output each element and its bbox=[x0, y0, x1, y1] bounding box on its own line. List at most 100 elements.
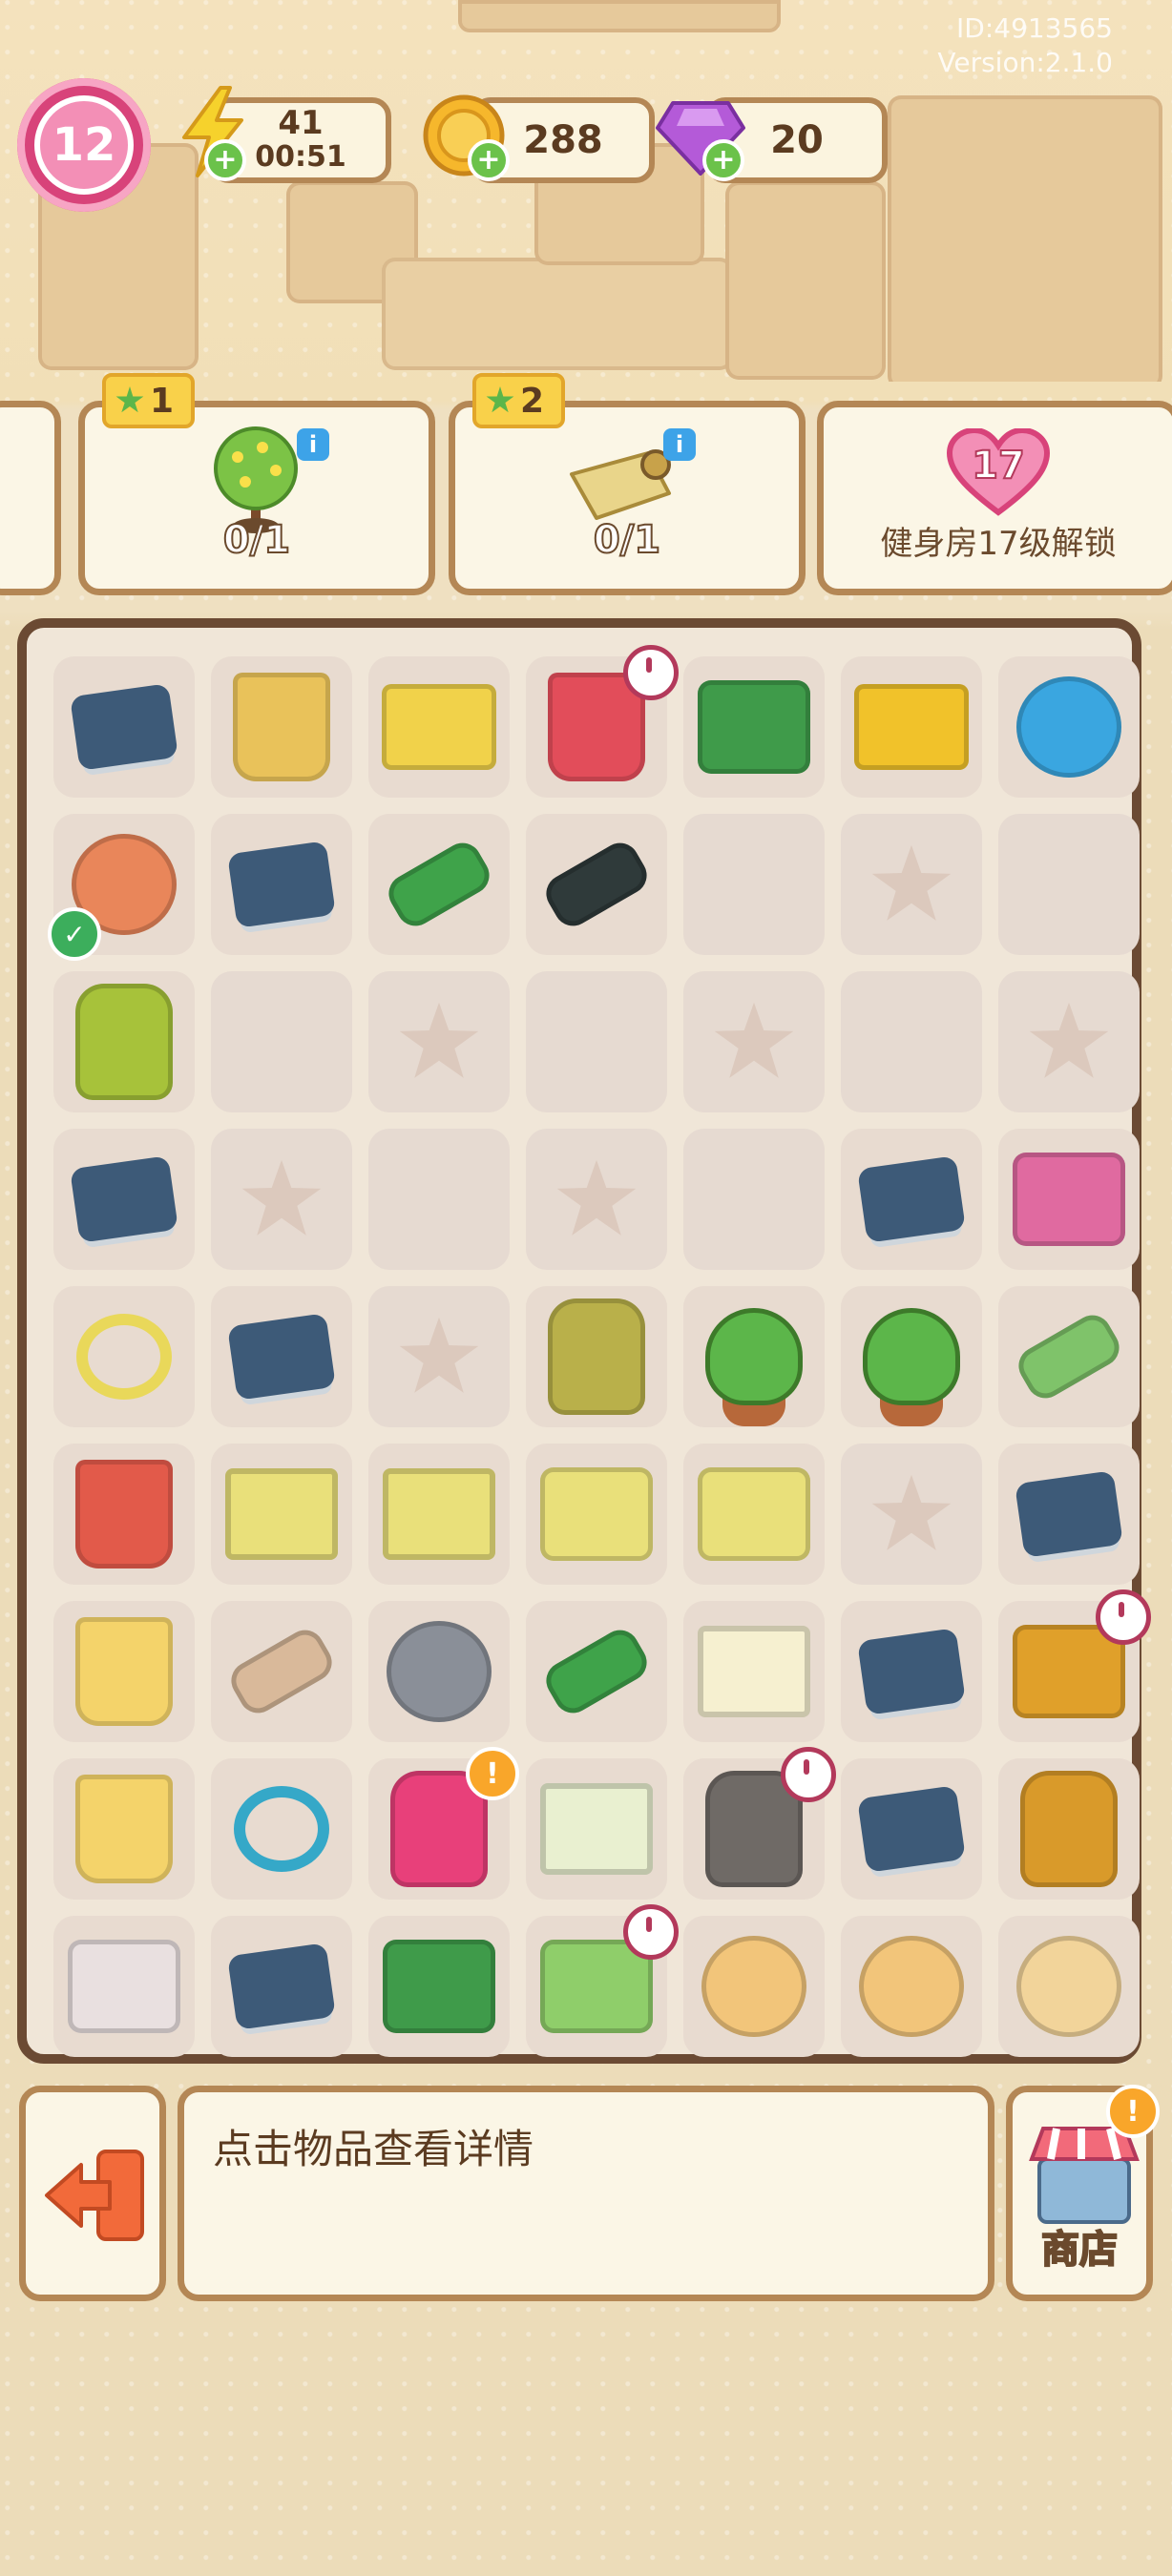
shop-button[interactable]: ! 商店 bbox=[1006, 2085, 1160, 2301]
board-cell[interactable] bbox=[998, 1758, 1140, 1900]
coin-value: 288 bbox=[523, 118, 603, 162]
board-cell[interactable] bbox=[526, 1129, 667, 1270]
board-cell[interactable] bbox=[841, 1601, 982, 1742]
board-cell[interactable] bbox=[526, 645, 679, 798]
exit-button[interactable] bbox=[19, 2086, 166, 2301]
hoop-icon bbox=[234, 1786, 329, 1872]
paint-bucket-icon bbox=[75, 1617, 173, 1726]
star-placeholder-icon bbox=[241, 1159, 322, 1236]
frame-icon bbox=[225, 1468, 338, 1560]
board-cell[interactable] bbox=[841, 1129, 982, 1270]
board-cell[interactable] bbox=[998, 814, 1140, 955]
board-cell[interactable] bbox=[998, 1589, 1151, 1742]
player-level-badge[interactable]: 12 bbox=[17, 78, 151, 212]
board-cell[interactable] bbox=[683, 1286, 825, 1427]
board-cell[interactable] bbox=[683, 656, 825, 798]
board-cell[interactable] bbox=[211, 656, 352, 798]
info-icon[interactable]: i bbox=[663, 428, 696, 461]
timer-icon bbox=[623, 645, 679, 700]
board-cell[interactable] bbox=[211, 1286, 352, 1427]
chip-web-icon bbox=[227, 841, 336, 928]
task-card-1[interactable]: 1 i 0/1 bbox=[78, 373, 435, 595]
yellow-cart-icon bbox=[854, 684, 969, 770]
gem-add-button[interactable]: + bbox=[702, 139, 744, 181]
star-placeholder-icon bbox=[556, 1159, 637, 1236]
board-cell[interactable] bbox=[683, 1916, 825, 2057]
board-cell[interactable] bbox=[526, 1758, 667, 1900]
board-cell[interactable] bbox=[211, 971, 352, 1112]
task-card-locked[interactable]: 17 健身房17级解锁 bbox=[817, 401, 1172, 595]
board-cell[interactable] bbox=[211, 1129, 352, 1270]
task-card-partial[interactable] bbox=[0, 401, 61, 595]
checkmark-icon: ✓ bbox=[48, 907, 101, 961]
board-cell[interactable] bbox=[53, 656, 195, 798]
board-cell[interactable] bbox=[53, 1444, 195, 1585]
board-cell[interactable] bbox=[368, 1601, 510, 1742]
star-placeholder-icon bbox=[399, 1317, 479, 1393]
info-icon[interactable]: i bbox=[297, 428, 329, 461]
board-cell[interactable] bbox=[211, 1758, 352, 1900]
board-cell[interactable] bbox=[526, 1444, 667, 1585]
board-cell[interactable] bbox=[841, 814, 982, 955]
energy-add-button[interactable]: + bbox=[204, 139, 246, 181]
board-cell[interactable] bbox=[368, 814, 510, 955]
board-cell[interactable] bbox=[526, 1286, 667, 1427]
board-cell[interactable] bbox=[53, 1916, 195, 2057]
star-placeholder-icon bbox=[1029, 1002, 1109, 1078]
board-cell[interactable] bbox=[841, 1916, 982, 2057]
board-cell[interactable] bbox=[841, 971, 982, 1112]
task-card-2[interactable]: 2 i 0/1 bbox=[449, 373, 806, 595]
board-cell[interactable] bbox=[368, 656, 510, 798]
board-cell[interactable] bbox=[841, 1444, 982, 1585]
energy-timer: 00:51 bbox=[255, 140, 346, 174]
board-cell[interactable] bbox=[998, 656, 1140, 798]
account-info: ID:4913565 Version:2.1.0 bbox=[937, 11, 1113, 80]
bucket-icon bbox=[233, 673, 330, 781]
board-cell[interactable] bbox=[526, 971, 667, 1112]
board-cell[interactable] bbox=[841, 1758, 982, 1900]
board-cell[interactable] bbox=[998, 971, 1140, 1112]
board-cell[interactable] bbox=[211, 1601, 352, 1742]
board-cell[interactable] bbox=[526, 814, 667, 955]
seed-bag-icon bbox=[75, 984, 173, 1100]
board-cell[interactable] bbox=[368, 1129, 510, 1270]
chip-web-icon bbox=[857, 1155, 966, 1243]
board-cell[interactable]: ✓ bbox=[48, 814, 195, 961]
board-cell[interactable] bbox=[53, 1129, 195, 1270]
board-cell[interactable] bbox=[683, 1747, 836, 1900]
board-cell[interactable] bbox=[368, 1444, 510, 1585]
board-cell[interactable] bbox=[683, 1129, 825, 1270]
board-cell[interactable]: ! bbox=[368, 1747, 519, 1900]
board-cell[interactable] bbox=[53, 971, 195, 1112]
paint-can-icon bbox=[75, 1460, 173, 1568]
board-cell[interactable] bbox=[841, 656, 982, 798]
board-cell[interactable] bbox=[211, 1444, 352, 1585]
board-cell[interactable] bbox=[368, 971, 510, 1112]
timer-icon bbox=[781, 1747, 836, 1802]
timer-icon bbox=[623, 1904, 679, 1960]
board-cell[interactable] bbox=[998, 1129, 1140, 1270]
board-cell[interactable] bbox=[841, 1286, 982, 1427]
circuit-web-icon bbox=[1015, 1470, 1123, 1558]
board-cell[interactable] bbox=[683, 1444, 825, 1585]
star-placeholder-icon bbox=[714, 1002, 794, 1078]
board-cell[interactable] bbox=[53, 1286, 195, 1427]
board-cell[interactable] bbox=[368, 1916, 510, 2057]
timer-icon bbox=[1096, 1589, 1151, 1645]
board-cell[interactable] bbox=[526, 1904, 679, 2057]
board-cell[interactable] bbox=[368, 1286, 510, 1427]
board-cell[interactable] bbox=[998, 1444, 1140, 1585]
account-id: ID:4913565 bbox=[956, 12, 1113, 44]
hamster-icon bbox=[859, 1936, 964, 2037]
board-cell[interactable] bbox=[211, 814, 352, 955]
board-cell[interactable] bbox=[53, 1601, 195, 1742]
board-cell[interactable] bbox=[53, 1758, 195, 1900]
board-cell[interactable] bbox=[683, 1601, 825, 1742]
board-cell[interactable] bbox=[683, 971, 825, 1112]
board-cell[interactable] bbox=[211, 1916, 352, 2057]
board-cell[interactable] bbox=[998, 1286, 1140, 1427]
board-cell[interactable] bbox=[998, 1916, 1140, 2057]
board-cell[interactable] bbox=[683, 814, 825, 955]
coin-add-button[interactable]: + bbox=[468, 139, 510, 181]
board-cell[interactable] bbox=[526, 1601, 667, 1742]
